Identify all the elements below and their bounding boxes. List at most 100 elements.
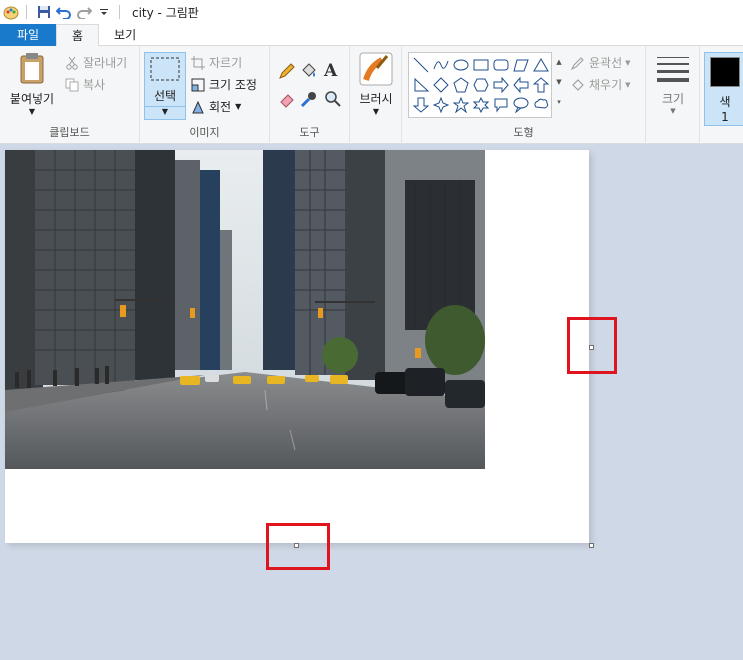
chevron-down-icon: ▼ [625, 80, 631, 89]
right-arrow-shape-icon[interactable] [491, 75, 511, 95]
line-width-icon [652, 54, 694, 84]
chevron-down-icon: ▼ [28, 107, 36, 116]
cut-label: 잘라내기 [83, 56, 128, 70]
shapes-gallery [408, 52, 552, 118]
clipboard-icon [4, 52, 60, 84]
paint-app-icon[interactable] [2, 3, 20, 21]
pentagon-shape-icon[interactable] [451, 75, 471, 95]
customize-dropdown-icon[interactable] [95, 3, 113, 21]
rotate-label: 회전 [209, 100, 232, 114]
up-arrow-shape-icon[interactable] [531, 75, 551, 95]
redo-icon[interactable] [75, 3, 93, 21]
pencil-icon[interactable] [278, 62, 298, 82]
outline-label: 윤곽선 [589, 56, 623, 70]
fill-bucket-icon[interactable] [300, 62, 320, 82]
clipboard-group: 붙여넣기 ▼ 잘라내기 복사 클립보드 [0, 46, 140, 144]
copy-label: 복사 [83, 78, 106, 92]
fill-label: 채우기 [589, 78, 623, 92]
highlight-right-handle [567, 317, 617, 374]
left-arrow-shape-icon[interactable] [511, 75, 531, 95]
window-title: city - 그림판 [132, 5, 199, 20]
fill-button[interactable]: 채우기 ▼ [570, 76, 631, 93]
size-button[interactable]: 크기 ▼ [652, 54, 694, 115]
ribbon-tabs: 파일 홈 보기 [0, 24, 743, 47]
title-bar: city - 그림판 [0, 0, 743, 24]
shapes-group-label: 도형 [513, 126, 534, 139]
drawing-canvas[interactable] [5, 150, 589, 543]
tab-file[interactable]: 파일 [0, 24, 56, 46]
gallery-scroll[interactable]: ▲ ▼ ▾ [554, 52, 564, 118]
color1-label: 색 [719, 95, 731, 109]
image-group: 선택 ▼ 자르기 크기 조정 회전 ▼ 이미지 [140, 46, 270, 144]
line-shape-icon[interactable] [411, 55, 431, 75]
divider [119, 5, 120, 19]
chevron-down-icon: ▼ [145, 106, 185, 116]
color-picker-icon[interactable] [300, 90, 320, 110]
undo-icon[interactable] [55, 3, 73, 21]
cut-button[interactable]: 잘라내기 [64, 54, 127, 71]
tab-home[interactable]: 홈 [56, 24, 100, 47]
chevron-down-icon: ▼ [670, 107, 676, 115]
rounded-rectangle-shape-icon[interactable] [491, 55, 511, 75]
four-point-star-shape-icon[interactable] [431, 95, 451, 115]
paste-button[interactable]: 붙여넣기 ▼ [4, 52, 60, 116]
tab-view[interactable]: 보기 [99, 24, 151, 46]
size-group: 크기 ▼ [646, 46, 700, 144]
text-tool-icon[interactable]: A [324, 61, 344, 81]
brush-group: 브러시 ▼ [350, 46, 402, 144]
five-point-star-shape-icon[interactable] [451, 95, 471, 115]
chevron-down-icon: ▼ [625, 58, 631, 67]
paste-label: 붙여넣기 [9, 92, 55, 106]
color1-button[interactable]: 색 1 [704, 52, 743, 126]
image-group-label: 이미지 [189, 126, 220, 139]
curve-shape-icon[interactable] [431, 55, 451, 75]
copy-icon [64, 77, 80, 93]
size-label: 크기 [661, 92, 685, 106]
right-triangle-shape-icon[interactable] [411, 75, 431, 95]
outline-button[interactable]: 윤곽선 ▼ [570, 54, 631, 71]
workspace [0, 145, 743, 660]
color1-number: 1 [721, 110, 729, 124]
canvas-resize-handle-corner[interactable] [589, 543, 594, 548]
cloud-callout-shape-icon[interactable] [531, 95, 551, 115]
rotate-button[interactable]: 회전 ▼ [190, 98, 241, 115]
diamond-shape-icon[interactable] [431, 75, 451, 95]
shapes-group: ▲ ▼ ▾ 윤곽선 ▼ 채우기 ▼ 도형 [402, 46, 646, 144]
polygon-shape-icon[interactable] [511, 55, 531, 75]
six-point-star-shape-icon[interactable] [471, 95, 491, 115]
rotate-icon [190, 99, 206, 115]
ribbon: 붙여넣기 ▼ 잘라내기 복사 클립보드 선택 ▼ 자르기 크기 조정 회전 ▼ … [0, 46, 743, 144]
rounded-callout-shape-icon[interactable] [491, 95, 511, 115]
tools-group-label: 도구 [299, 126, 320, 139]
save-icon[interactable] [35, 3, 53, 21]
select-label: 선택 [153, 89, 177, 103]
color1-group: 색 1 [700, 46, 743, 144]
highlight-bottom-handle [266, 523, 330, 570]
tools-group: A 도구 [270, 46, 350, 144]
brush-label: 브러시 [359, 92, 393, 106]
crop-button[interactable]: 자르기 [190, 54, 242, 71]
rectangle-shape-icon[interactable] [471, 55, 491, 75]
crop-label: 자르기 [209, 56, 243, 70]
oval-callout-shape-icon[interactable] [511, 95, 531, 115]
selection-rectangle-icon [145, 53, 185, 85]
fill-bucket-icon [570, 77, 586, 93]
divider [26, 5, 27, 19]
copy-button[interactable]: 복사 [64, 76, 105, 93]
brush-button[interactable]: 브러시 ▼ [354, 52, 398, 116]
brush-icon [354, 52, 398, 86]
resize-icon [190, 77, 206, 93]
scissors-icon [64, 55, 80, 71]
select-button[interactable]: 선택 ▼ [144, 52, 186, 120]
eraser-icon[interactable] [278, 90, 298, 110]
chevron-down-icon: ▼ [372, 107, 380, 116]
oval-shape-icon[interactable] [451, 55, 471, 75]
clipboard-group-label: 클립보드 [49, 126, 90, 139]
resize-button[interactable]: 크기 조정 [190, 76, 257, 93]
triangle-shape-icon[interactable] [531, 55, 551, 75]
hexagon-shape-icon[interactable] [471, 75, 491, 95]
down-arrow-shape-icon[interactable] [411, 95, 431, 115]
chevron-down-icon: ▼ [235, 102, 242, 111]
magnifier-icon[interactable] [324, 90, 344, 110]
resize-label: 크기 조정 [209, 78, 257, 92]
